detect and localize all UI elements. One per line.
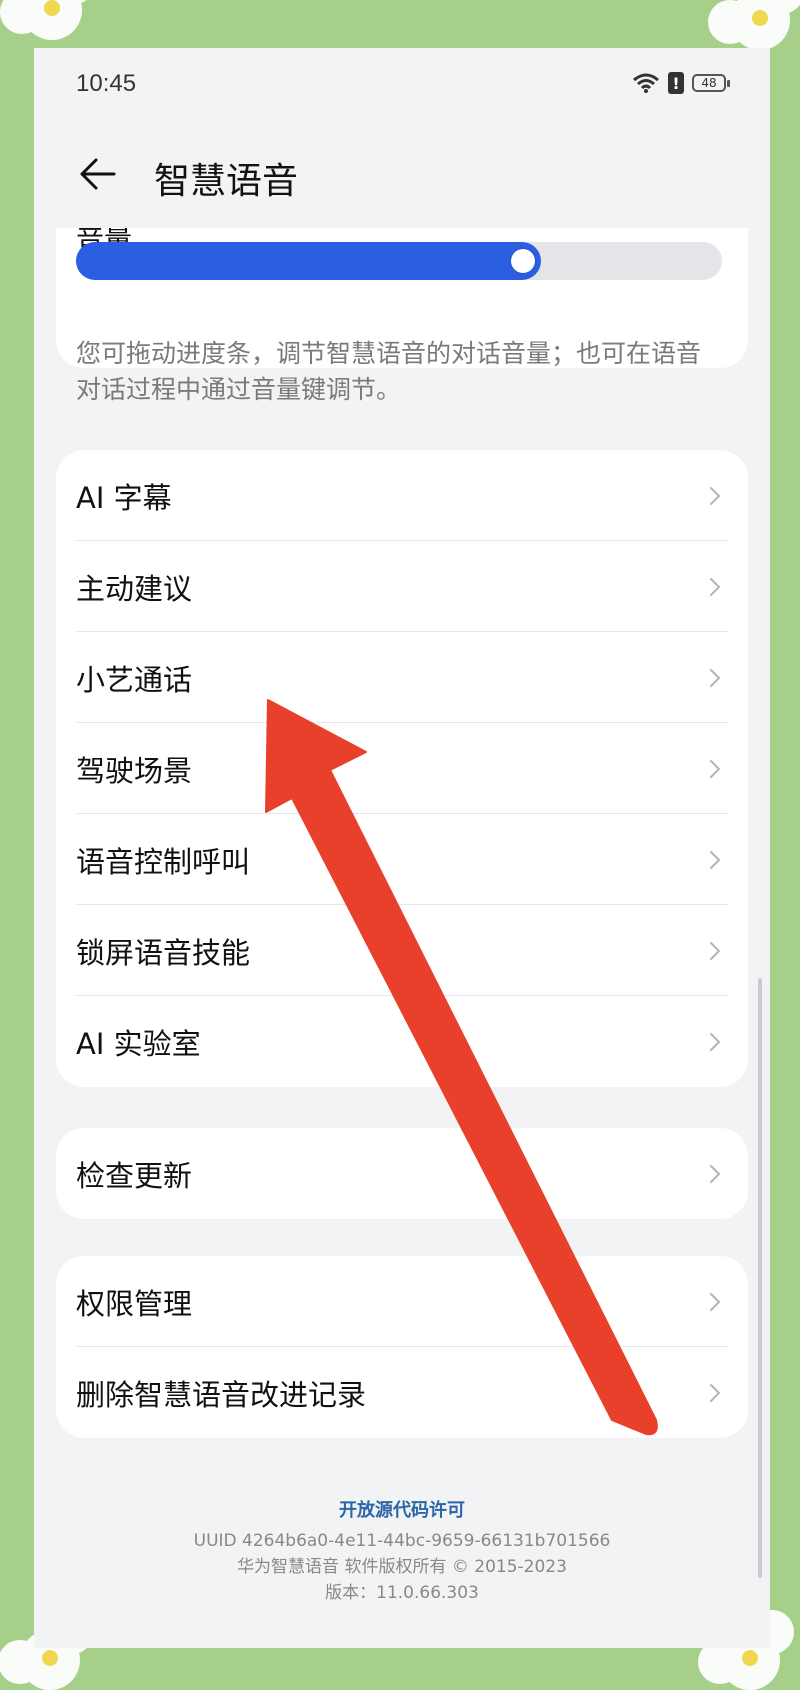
- app-bar-overlay: 智慧语音: [34, 138, 770, 218]
- chevron-right-icon: [710, 668, 720, 687]
- alert-icon: !: [668, 72, 684, 94]
- list-item-label: 驾驶场景: [76, 753, 193, 788]
- chevron-right-icon: [710, 759, 720, 778]
- footer: 开放源代码许可 UUID 4264b6a0-4e11-44bc-9659-661…: [34, 1496, 770, 1606]
- battery-level: 48: [701, 76, 717, 90]
- settings-group-privacy: 权限管理删除智慧语音改进记录: [56, 1256, 748, 1438]
- settings-group-main: AI 字幕主动建议小艺通话驾驶场景语音控制呼叫 锁屏语音技能 AI 实验室: [56, 450, 748, 1087]
- volume-slider-fill: [76, 242, 542, 280]
- list-item-label: 小艺通话: [76, 662, 193, 697]
- volume-hint: 您可拖动进度条，调节智慧语音的对话音量；也可在语音对话过程中通过音量键调节。: [76, 339, 702, 404]
- chevron-right-icon: [710, 1383, 720, 1402]
- list-item-label: 权限管理: [76, 1286, 193, 1321]
- page-title: 智慧语音: [154, 161, 299, 202]
- list-item[interactable]: 驾驶场景: [56, 723, 748, 814]
- copyright-text: 华为智慧语音 软件版权所有 © 2015-2023: [237, 1557, 567, 1577]
- list-item-label: 删除智慧语音改进记录: [76, 1377, 367, 1412]
- uuid-text: UUID 4264b6a0-4e11-44bc-9659-66131b70156…: [193, 1531, 611, 1551]
- list-item[interactable]: 小艺通话: [56, 632, 748, 723]
- list-item-label: 检查更新: [76, 1158, 193, 1193]
- volume-slider-thumb[interactable]: [511, 249, 536, 273]
- chevron-right-icon: [710, 577, 720, 596]
- list-item-label: 主动建议: [76, 571, 193, 606]
- settings-group-update: 检查更新: [56, 1128, 748, 1219]
- chevron-right-icon: [710, 1164, 720, 1183]
- wifi-icon: [633, 73, 659, 93]
- list-item[interactable]: AI 实验室: [56, 996, 748, 1087]
- chevron-right-icon: [710, 1292, 720, 1311]
- list-item[interactable]: AI 字幕: [56, 450, 748, 541]
- battery-icon: 48: [692, 74, 730, 92]
- status-time: 10:45: [76, 70, 137, 97]
- list-item-label: AI 实验室: [76, 1026, 201, 1061]
- list-item[interactable]: 主动建议: [56, 541, 748, 632]
- status-bar: 10:45 ! 48: [34, 48, 770, 128]
- chevron-right-icon: [710, 850, 720, 869]
- chevron-right-icon: [710, 941, 720, 960]
- status-icons: ! 48: [632, 72, 730, 94]
- decorative-flower: [0, 0, 96, 40]
- back-arrow-icon[interactable]: [74, 152, 118, 196]
- list-item[interactable]: 锁屏语音技能: [56, 905, 748, 996]
- list-item[interactable]: 删除智慧语音改进记录: [56, 1347, 748, 1438]
- scrollbar[interactable]: [758, 978, 762, 1578]
- open-source-license-link[interactable]: 开放源代码许可: [34, 1496, 770, 1522]
- decorative-flower: [708, 0, 800, 50]
- version-text: 版本：11.0.66.303: [325, 1583, 479, 1603]
- list-item[interactable]: 权限管理: [56, 1256, 748, 1347]
- list-item[interactable]: 语音控制呼叫: [56, 814, 748, 905]
- chevron-right-icon: [710, 486, 720, 505]
- phone-screen: 10:45 ! 48 智慧语音 音量 智慧语音: [34, 48, 770, 1648]
- chevron-right-icon: [710, 1032, 720, 1051]
- list-item[interactable]: 检查更新: [56, 1128, 748, 1219]
- list-item-label: 语音控制呼叫: [76, 844, 251, 879]
- list-item-label: 锁屏语音技能: [76, 935, 251, 970]
- volume-slider[interactable]: [76, 242, 722, 280]
- list-item-label: AI 字幕: [76, 480, 172, 515]
